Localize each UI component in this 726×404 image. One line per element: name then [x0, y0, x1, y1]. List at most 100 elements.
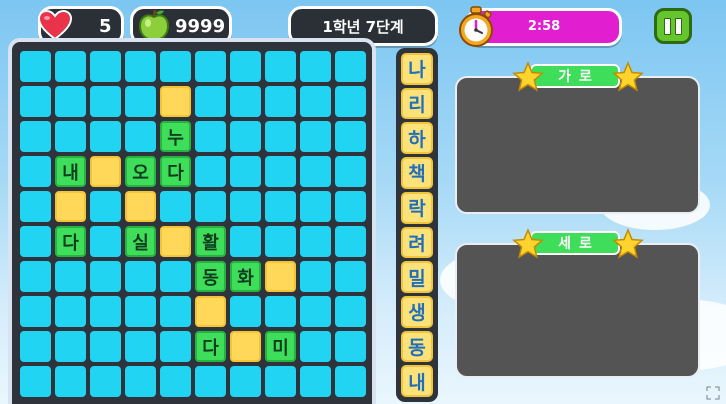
grid-cell-empty[interactable] [160, 261, 191, 292]
letter-tile[interactable]: 생 [401, 295, 433, 328]
grid-cell-blank[interactable] [230, 331, 261, 362]
grid-cell-blank[interactable] [265, 261, 296, 292]
grid-cell-empty[interactable] [55, 261, 86, 292]
grid-cell-empty[interactable] [20, 156, 51, 187]
grid-cell-filled[interactable]: 동 [195, 261, 226, 292]
grid-cell-empty[interactable] [335, 331, 366, 362]
grid-cell-empty[interactable] [335, 366, 366, 397]
letter-tile[interactable]: 내 [401, 365, 433, 398]
grid-cell-empty[interactable] [195, 156, 226, 187]
grid-cell-empty[interactable] [335, 121, 366, 152]
grid-cell-empty[interactable] [20, 121, 51, 152]
grid-cell-empty[interactable] [125, 366, 156, 397]
grid-cell-empty[interactable] [335, 156, 366, 187]
grid-cell-empty[interactable] [335, 296, 366, 327]
grid-cell-empty[interactable] [20, 51, 51, 82]
grid-cell-empty[interactable] [20, 191, 51, 222]
grid-cell-empty[interactable] [265, 86, 296, 117]
grid-cell-blank[interactable] [160, 226, 191, 257]
grid-cell-empty[interactable] [300, 226, 331, 257]
grid-cell-filled[interactable]: 활 [195, 226, 226, 257]
grid-cell-empty[interactable] [230, 121, 261, 152]
grid-cell-empty[interactable] [90, 51, 121, 82]
grid-cell-blank[interactable] [195, 296, 226, 327]
grid-cell-empty[interactable] [20, 226, 51, 257]
grid-cell-empty[interactable] [230, 86, 261, 117]
grid-cell-empty[interactable] [90, 86, 121, 117]
grid-cell-filled[interactable]: 다 [195, 331, 226, 362]
grid-cell-empty[interactable] [125, 51, 156, 82]
grid-cell-empty[interactable] [230, 191, 261, 222]
grid-cell-empty[interactable] [55, 121, 86, 152]
grid-cell-empty[interactable] [55, 331, 86, 362]
grid-cell-empty[interactable] [230, 51, 261, 82]
grid-cell-empty[interactable] [55, 296, 86, 327]
grid-cell-empty[interactable] [300, 261, 331, 292]
grid-cell-empty[interactable] [265, 226, 296, 257]
grid-cell-empty[interactable] [20, 86, 51, 117]
pause-button[interactable] [654, 8, 692, 44]
grid-cell-empty[interactable] [20, 366, 51, 397]
letter-tile[interactable]: 락 [401, 191, 433, 224]
grid-cell-blank[interactable] [125, 191, 156, 222]
grid-cell-empty[interactable] [300, 366, 331, 397]
letter-tile[interactable]: 리 [401, 87, 433, 120]
letter-tile[interactable]: 나 [401, 53, 433, 85]
grid-cell-empty[interactable] [265, 296, 296, 327]
grid-cell-filled[interactable]: 다 [55, 226, 86, 257]
grid-cell-empty[interactable] [195, 191, 226, 222]
grid-cell-empty[interactable] [300, 296, 331, 327]
grid-cell-empty[interactable] [90, 296, 121, 327]
grid-cell-empty[interactable] [230, 366, 261, 397]
grid-cell-empty[interactable] [55, 86, 86, 117]
grid-cell-empty[interactable] [195, 51, 226, 82]
grid-cell-empty[interactable] [160, 366, 191, 397]
letter-tile[interactable]: 밀 [401, 261, 433, 293]
grid-cell-empty[interactable] [125, 121, 156, 152]
grid-cell-empty[interactable] [195, 366, 226, 397]
grid-cell-empty[interactable] [335, 86, 366, 117]
grid-cell-empty[interactable] [230, 226, 261, 257]
grid-cell-filled[interactable]: 누 [160, 121, 191, 152]
grid-cell-empty[interactable] [90, 226, 121, 257]
grid-cell-empty[interactable] [125, 86, 156, 117]
letter-tile[interactable]: 동 [401, 330, 433, 363]
grid-cell-empty[interactable] [90, 121, 121, 152]
grid-cell-empty[interactable] [20, 261, 51, 292]
letter-tile[interactable]: 하 [401, 122, 433, 155]
grid-cell-empty[interactable] [20, 296, 51, 327]
grid-cell-empty[interactable] [335, 51, 366, 82]
grid-cell-empty[interactable] [230, 296, 261, 327]
grid-cell-empty[interactable] [335, 261, 366, 292]
grid-cell-filled[interactable]: 실 [125, 226, 156, 257]
grid-cell-empty[interactable] [300, 156, 331, 187]
grid-cell-empty[interactable] [90, 331, 121, 362]
grid-cell-empty[interactable] [195, 86, 226, 117]
grid-cell-empty[interactable] [265, 191, 296, 222]
grid-cell-empty[interactable] [195, 121, 226, 152]
grid-cell-empty[interactable] [160, 331, 191, 362]
grid-cell-empty[interactable] [300, 331, 331, 362]
grid-cell-empty[interactable] [125, 261, 156, 292]
grid-cell-empty[interactable] [265, 156, 296, 187]
grid-cell-empty[interactable] [335, 226, 366, 257]
grid-cell-filled[interactable]: 내 [55, 156, 86, 187]
grid-cell-empty[interactable] [335, 191, 366, 222]
grid-cell-empty[interactable] [265, 121, 296, 152]
grid-cell-empty[interactable] [265, 51, 296, 82]
grid-cell-empty[interactable] [300, 86, 331, 117]
letter-tile[interactable]: 책 [401, 157, 433, 189]
grid-cell-empty[interactable] [160, 51, 191, 82]
grid-cell-empty[interactable] [90, 191, 121, 222]
grid-cell-filled[interactable]: 다 [160, 156, 191, 187]
grid-cell-empty[interactable] [125, 296, 156, 327]
grid-cell-empty[interactable] [265, 366, 296, 397]
expand-icon[interactable] [706, 386, 720, 400]
grid-cell-empty[interactable] [300, 121, 331, 152]
grid-cell-blank[interactable] [160, 86, 191, 117]
grid-cell-empty[interactable] [20, 331, 51, 362]
grid-cell-filled[interactable]: 오 [125, 156, 156, 187]
grid-cell-blank[interactable] [90, 156, 121, 187]
grid-cell-blank[interactable] [55, 191, 86, 222]
grid-cell-empty[interactable] [230, 156, 261, 187]
